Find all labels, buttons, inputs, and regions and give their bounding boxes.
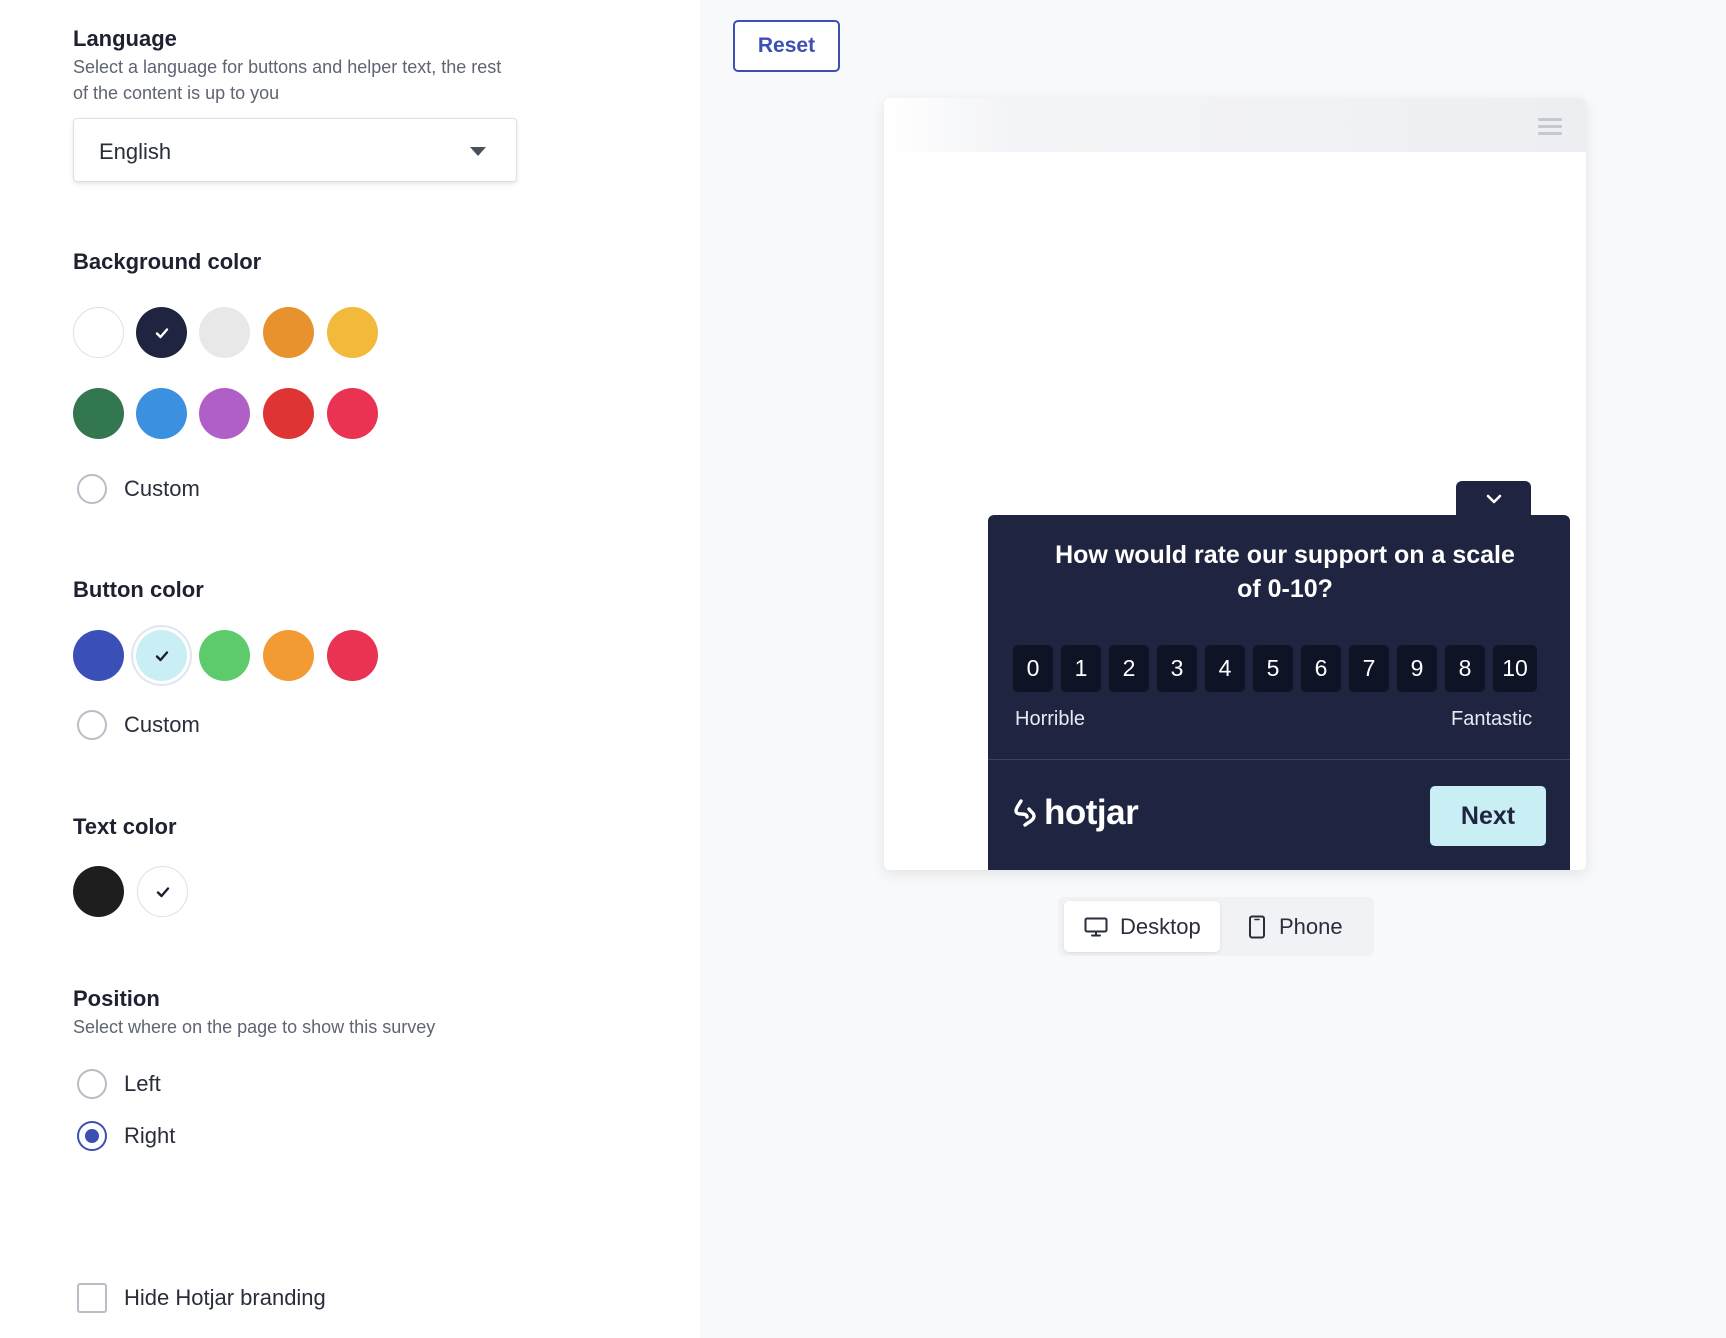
scale-high-label: Fantastic [1451, 708, 1533, 730]
bg-swatch-yellow[interactable] [327, 307, 378, 358]
scale-option[interactable]: 6 [1301, 645, 1341, 692]
scale-option[interactable]: 0 [1013, 645, 1053, 692]
desktop-button[interactable]: Desktop [1064, 901, 1220, 952]
btn-swatch-blue[interactable] [73, 630, 124, 681]
check-icon [156, 886, 169, 897]
hamburger-menu-icon[interactable] [1538, 118, 1562, 136]
bg-swatch-red[interactable] [263, 388, 314, 439]
survey-collapse-tab[interactable] [1456, 481, 1531, 517]
position-help: Select where on the page to show this su… [73, 1017, 436, 1037]
bg-custom-radio[interactable]: Custom [77, 474, 200, 504]
scale-option[interactable]: 2 [1109, 645, 1149, 692]
phone-icon [1249, 915, 1265, 938]
bg-swatch-white[interactable] [73, 307, 124, 358]
position-title: Position [73, 986, 160, 1011]
text-swatch-white[interactable] [137, 866, 188, 917]
settings-panel: Language Select a language for buttons a… [0, 0, 700, 1338]
browser-toolbar [884, 98, 1586, 152]
check-icon [155, 650, 168, 661]
desktop-icon [1084, 917, 1108, 936]
bg-swatch-green[interactable] [73, 388, 124, 439]
scale-option[interactable]: 7 [1349, 645, 1389, 692]
bg-swatch-purple[interactable] [199, 388, 250, 439]
check-icon [155, 327, 168, 338]
radio-button[interactable] [77, 474, 107, 504]
text-swatch-black[interactable] [73, 866, 124, 917]
rating-scale: 0 1 2 3 4 5 6 7 9 8 10 [1013, 645, 1537, 692]
language-title: Language [73, 26, 177, 51]
scale-option[interactable]: 5 [1253, 645, 1293, 692]
background-color-title: Background color [73, 249, 262, 274]
hotjar-wordmark: hotjar [1044, 793, 1139, 832]
btn-swatch-green[interactable] [199, 630, 250, 681]
scale-option[interactable]: 3 [1157, 645, 1197, 692]
bg-swatch-light-gray[interactable] [199, 307, 250, 358]
position-left-radio[interactable]: Left [77, 1069, 161, 1099]
reset-button[interactable]: Reset [733, 20, 840, 72]
caret-down-icon [470, 147, 486, 156]
hide-branding-label: Hide Hotjar branding [124, 1285, 326, 1310]
position-left-label: Left [124, 1071, 161, 1096]
radio-button[interactable] [77, 710, 107, 740]
survey-question: How would rate our support on a scale of… [1055, 541, 1515, 603]
hide-branding-checkbox[interactable] [77, 1283, 107, 1313]
phone-button[interactable]: Phone [1230, 901, 1370, 952]
bg-swatch-navy[interactable] [136, 307, 187, 358]
chevron-down-icon [1486, 494, 1501, 504]
scale-option[interactable]: 10 [1493, 645, 1537, 692]
language-select[interactable]: English [73, 118, 517, 182]
phone-label: Phone [1279, 913, 1343, 939]
next-button[interactable]: Next [1430, 786, 1546, 846]
btn-swatch-orange[interactable] [263, 630, 314, 681]
scale-low-label: Horrible [1015, 708, 1086, 730]
scale-option[interactable]: 1 [1061, 645, 1101, 692]
bg-swatch-pink[interactable] [327, 388, 378, 439]
bg-swatch-orange[interactable] [263, 307, 314, 358]
language-help: Select a language for buttons and helper… [73, 57, 502, 103]
hotjar-logo-icon [1014, 799, 1036, 827]
desktop-label: Desktop [1120, 913, 1201, 939]
position-right-radio[interactable]: Right [77, 1121, 175, 1151]
survey-divider [988, 759, 1570, 760]
btn-custom-label: Custom [124, 712, 200, 737]
hotjar-branding: hotjar [1012, 793, 1139, 833]
radio-button-selected[interactable] [77, 1121, 107, 1151]
hide-branding-checkbox-row[interactable]: Hide Hotjar branding [77, 1283, 326, 1313]
button-color-title: Button color [73, 577, 204, 602]
device-toggle: Desktop Phone [1058, 897, 1374, 956]
scale-option[interactable]: 8 [1445, 645, 1485, 692]
btn-swatch-pink[interactable] [327, 630, 378, 681]
bg-custom-label: Custom [124, 476, 200, 501]
btn-swatch-light-cyan[interactable] [136, 630, 187, 681]
text-color-title: Text color [73, 814, 177, 839]
scale-option[interactable]: 4 [1205, 645, 1245, 692]
scale-option[interactable]: 9 [1397, 645, 1437, 692]
btn-custom-radio[interactable]: Custom [77, 710, 200, 740]
position-right-label: Right [124, 1123, 176, 1148]
radio-button[interactable] [77, 1069, 107, 1099]
language-select-value: English [99, 139, 172, 164]
bg-swatch-blue[interactable] [136, 388, 187, 439]
